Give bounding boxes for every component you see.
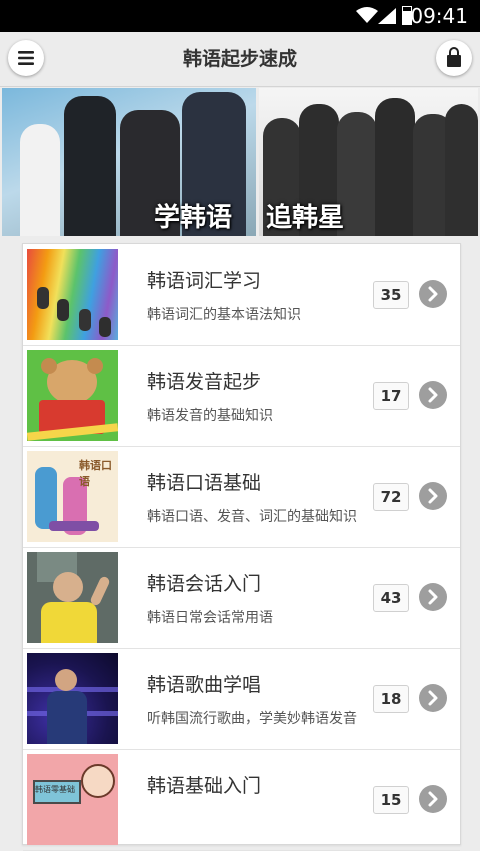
status-bar: 09:41 [0,0,480,32]
course-title: 韩语会话入门 [147,573,262,595]
course-item-spoken[interactable]: 韩语口语 韩语口语基础 韩语口语、发音、词汇的基础知识 72 [23,446,460,548]
course-title: 韩语口语基础 [147,472,262,494]
chevron-right-circle-icon[interactable] [419,684,447,712]
signal-icon [378,8,396,24]
course-item-songs[interactable]: 韩语歌曲学唱 听韩国流行歌曲，学美妙韩语发音 18 [23,648,460,750]
course-title: 韩语歌曲学唱 [147,674,262,696]
lesson-count-badge: 43 [373,584,409,612]
chevron-right-circle-icon[interactable] [419,785,447,813]
wifi-icon [356,7,378,23]
course-thumbnail: 韩语口语 [27,451,118,542]
course-thumbnail [27,249,118,340]
chevron-right-circle-icon[interactable] [419,381,447,409]
course-item-basics[interactable]: 韩语零基础 韩语基础入门 15 [23,749,460,851]
course-description: 听韩国流行歌曲，学美妙韩语发音 [147,711,357,727]
course-list: 韩语词汇学习 韩语词汇的基本语法知识 35 韩语发音起步 韩语发音的基础知识 1… [22,243,461,851]
course-description: 韩语口语、发音、词汇的基础知识 [147,509,357,525]
course-item-vocabulary[interactable]: 韩语词汇学习 韩语词汇的基本语法知识 35 [23,244,460,346]
course-description: 韩语词汇的基本语法知识 [147,307,301,323]
lesson-count-badge: 17 [373,382,409,410]
course-thumbnail [27,653,118,744]
banner-caption-stars: 追韩星 [266,203,345,233]
lesson-count-badge: 35 [373,281,409,309]
course-item-conversation[interactable]: 韩语会话入门 韩语日常会话常用语 43 [23,547,460,649]
lesson-count-badge: 72 [373,483,409,511]
course-description: 韩语发音的基础知识 [147,408,273,424]
banner-caption-learn: 学韩语 [154,203,233,233]
page-title: 韩语起步速成 [182,48,297,70]
shopping-bag-button[interactable] [436,40,472,76]
app-bar: 韩语起步速成 [0,32,480,87]
course-title: 韩语发音起步 [147,371,262,393]
course-description: 韩语日常会话常用语 [147,610,273,626]
thumbnail-caption: 韩语口语 [79,459,112,488]
chevron-right-circle-icon[interactable] [419,482,447,510]
lesson-count-badge: 18 [373,685,409,713]
chevron-right-circle-icon[interactable] [419,583,447,611]
course-thumbnail [27,552,118,643]
chevron-right-circle-icon[interactable] [419,280,447,308]
course-title: 韩语词汇学习 [147,270,262,292]
promo-banner[interactable]: 学韩语 追韩星 [2,88,478,236]
course-item-pronunciation[interactable]: 韩语发音起步 韩语发音的基础知识 17 [23,345,460,447]
shopping-bag-icon [447,47,461,67]
status-time: 09:41 [410,4,468,28]
thumbnail-caption: 韩语零基础 [35,785,75,794]
course-thumbnail [27,350,118,441]
lesson-count-badge: 15 [373,786,409,814]
course-title: 韩语基础入门 [147,775,262,797]
